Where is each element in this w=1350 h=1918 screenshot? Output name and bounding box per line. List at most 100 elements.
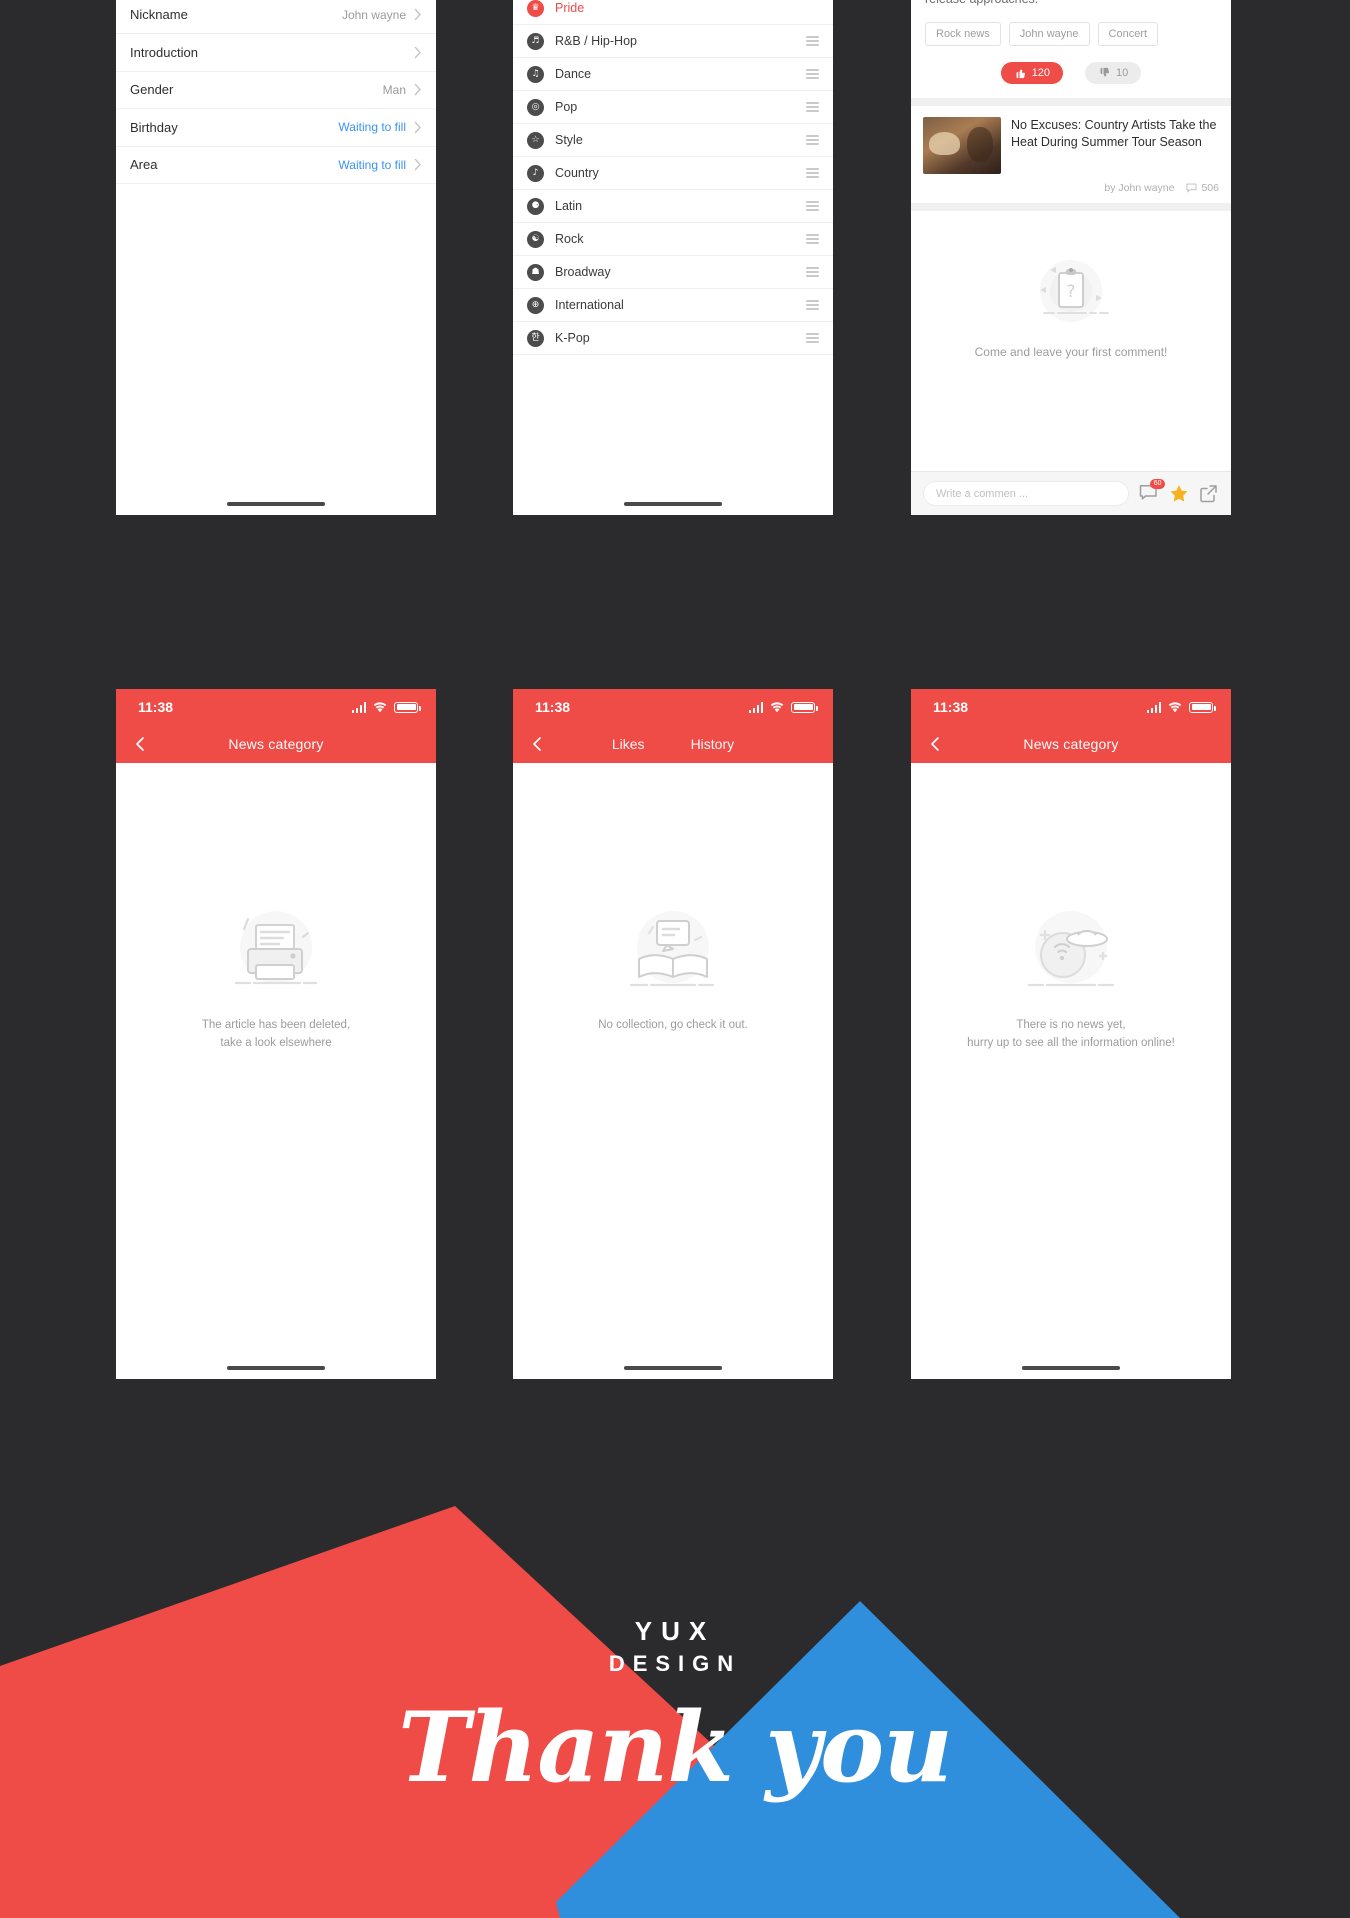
open-book-icon bbox=[629, 911, 715, 987]
category-label: Country bbox=[555, 166, 599, 180]
nav-bar: News category bbox=[911, 725, 1231, 763]
editor-row-gender[interactable]: Gender Man bbox=[116, 71, 436, 109]
category-label: Latin bbox=[555, 199, 583, 213]
article-scroll[interactable]: More dates are expected to be added as t… bbox=[911, 0, 1231, 471]
dislike-button[interactable]: 10 bbox=[1085, 61, 1142, 84]
thank-you-text: Thank you bbox=[398, 1691, 953, 1804]
related-author: by John wayne bbox=[1104, 181, 1175, 194]
tag-rock-news[interactable]: Rock news bbox=[925, 21, 1001, 46]
category-row-country[interactable]: ♪ Country bbox=[513, 157, 833, 190]
status-bar: 11:38 bbox=[911, 689, 1231, 725]
category-row-pride[interactable]: ♛ Pride bbox=[513, 0, 833, 25]
battery-icon bbox=[791, 701, 818, 713]
editor-row-introduction[interactable]: Introduction bbox=[116, 34, 436, 72]
related-comment-count: 506 bbox=[1186, 182, 1219, 194]
nav-bar: News category bbox=[116, 725, 436, 763]
chevron-right-icon bbox=[414, 83, 422, 96]
signal-bars-icon bbox=[748, 701, 763, 713]
category-row-broadway[interactable]: ☗ Broadway bbox=[513, 256, 833, 289]
drag-handle-icon[interactable] bbox=[806, 135, 819, 145]
thumbs-up-icon bbox=[1016, 69, 1025, 78]
latin-shoe-icon: ⚈ bbox=[527, 197, 544, 215]
like-count: 120 bbox=[1031, 66, 1051, 79]
category-row-kpop[interactable]: 한 K-Pop bbox=[513, 322, 833, 355]
drag-handle-icon[interactable] bbox=[806, 333, 819, 343]
status-time: 11:38 bbox=[535, 699, 571, 715]
chevron-right-icon bbox=[414, 158, 422, 171]
home-indicator bbox=[227, 1366, 325, 1370]
drag-handle-icon[interactable] bbox=[806, 102, 819, 112]
category-label: Pride bbox=[555, 1, 585, 15]
chevron-left-icon[interactable] bbox=[925, 734, 945, 754]
broadway-theatre-icon: ☗ bbox=[527, 263, 544, 281]
category-row-style[interactable]: ☆ Style bbox=[513, 124, 833, 157]
category-label: International bbox=[555, 298, 624, 312]
drag-handle-icon[interactable] bbox=[806, 300, 819, 310]
drag-handle-icon[interactable] bbox=[806, 168, 819, 178]
drag-handle-icon[interactable] bbox=[806, 201, 819, 211]
empty-state: There is no news yet, hurry up to see al… bbox=[911, 763, 1231, 1053]
editor-row-birthday[interactable]: Birthday Waiting to fill bbox=[116, 109, 436, 147]
status-icons bbox=[1146, 701, 1216, 713]
phone-screen-collection: 11:38 Likes History No collection, go ch… bbox=[513, 689, 833, 1379]
star-icon[interactable] bbox=[1169, 484, 1189, 504]
comment-bubble-icon[interactable]: 60 bbox=[1139, 478, 1165, 504]
category-row-dance[interactable]: ♫ Dance bbox=[513, 58, 833, 91]
empty-state-text: There is no news yet, hurry up to see al… bbox=[967, 1017, 1175, 1053]
chevron-right-icon bbox=[414, 46, 422, 59]
row-label: Area bbox=[130, 157, 158, 173]
home-indicator bbox=[227, 502, 325, 506]
tag-john-wayne[interactable]: John wayne bbox=[1008, 21, 1090, 46]
home-indicator bbox=[624, 502, 722, 506]
drag-handle-icon[interactable] bbox=[806, 69, 819, 79]
status-bar: 11:38 bbox=[513, 689, 833, 725]
wifi-icon bbox=[1168, 701, 1182, 713]
comment-input[interactable]: Write a commen ... bbox=[923, 481, 1129, 506]
nav-bar: Likes History bbox=[513, 725, 833, 763]
tab-history[interactable]: History bbox=[691, 736, 735, 752]
home-indicator bbox=[624, 1366, 722, 1370]
empty-line-1: There is no news yet, bbox=[1016, 1019, 1126, 1031]
editor-row-nickname[interactable]: Nickname John wayne bbox=[116, 0, 436, 34]
row-value: Waiting to fill bbox=[338, 120, 406, 135]
vote-row: 120 10 bbox=[925, 61, 1217, 84]
international-globe-icon: ⊕ bbox=[527, 296, 544, 314]
tag-concert[interactable]: Concert bbox=[1097, 21, 1159, 46]
footer-text: YUX DESIGN Thank you bbox=[0, 1616, 1350, 1804]
category-label: Broadway bbox=[555, 265, 611, 279]
chevron-left-icon[interactable] bbox=[130, 734, 150, 754]
rock-hand-icon: ☯ bbox=[527, 230, 544, 248]
category-row-rnb-hiphop[interactable]: ♬ R&B / Hip-Hop bbox=[513, 25, 833, 58]
phone-screen-article: 11:38 John wayne More dates are expected… bbox=[911, 0, 1231, 515]
related-meta: by John wayne 506 bbox=[923, 182, 1219, 194]
svg-text:?: ? bbox=[1066, 282, 1075, 302]
chevron-left-icon[interactable] bbox=[527, 734, 547, 754]
battery-icon bbox=[394, 701, 421, 713]
editor-list: Avatar Nickname John wayne Introduction … bbox=[116, 0, 436, 515]
category-row-international[interactable]: ⊕ International bbox=[513, 289, 833, 322]
ufo-planet-icon bbox=[1027, 911, 1115, 987]
drag-handle-icon[interactable] bbox=[806, 36, 819, 46]
drag-handle-icon[interactable] bbox=[806, 234, 819, 244]
like-button[interactable]: 120 bbox=[1000, 61, 1064, 84]
brand-line-1: YUX bbox=[634, 1616, 716, 1646]
tab-likes[interactable]: Likes bbox=[612, 736, 645, 752]
empty-state-text: No collection, go check it out. bbox=[598, 1017, 748, 1035]
drag-handle-icon[interactable] bbox=[806, 267, 819, 277]
footer-thank-you: YUX DESIGN Thank you bbox=[0, 1506, 1350, 1918]
category-row-rock[interactable]: ☯ Rock bbox=[513, 223, 833, 256]
category-label: Pop bbox=[555, 100, 578, 114]
share-icon[interactable] bbox=[1199, 484, 1219, 504]
category-row-latin[interactable]: ⚈ Latin bbox=[513, 190, 833, 223]
category-row-pop[interactable]: ◎ Pop bbox=[513, 91, 833, 124]
phone-screen-article-deleted: 11:38 News category The article has been… bbox=[116, 689, 436, 1379]
printer-icon bbox=[234, 911, 318, 985]
empty-line-2: hurry up to see all the information onli… bbox=[967, 1036, 1175, 1049]
related-article-card[interactable]: No Excuses: Country Artists Take the Hea… bbox=[911, 105, 1231, 203]
country-guitar-icon: ♪ bbox=[527, 164, 544, 182]
rnb-hiphop-icon: ♬ bbox=[527, 32, 544, 50]
status-time: 11:38 bbox=[933, 699, 969, 715]
editor-row-area[interactable]: Area Waiting to fill bbox=[116, 146, 436, 184]
category-label: R&B / Hip-Hop bbox=[555, 34, 637, 48]
status-icons bbox=[748, 701, 818, 713]
